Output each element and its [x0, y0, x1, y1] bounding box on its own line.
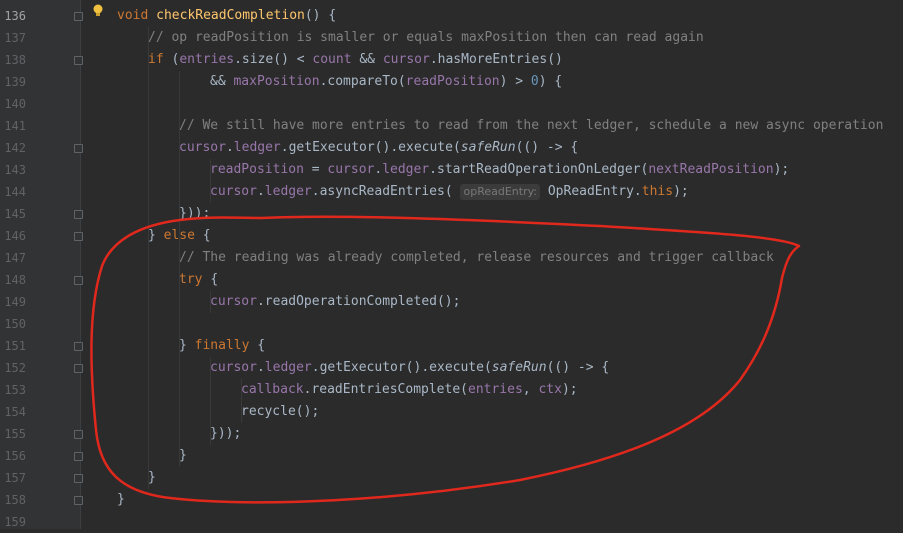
fold-marker-icon[interactable] [74, 496, 83, 505]
fold-marker-icon[interactable] [74, 232, 83, 241]
code-text[interactable]: // The reading was already completed, re… [179, 247, 774, 269]
code-line[interactable]: 138 if (entries.size() < count && cursor.… [0, 49, 903, 71]
code-line[interactable]: 143 readPosition = cursor.ledger.startRea… [0, 159, 903, 181]
code-line[interactable]: 147 // The reading was already completed,… [0, 247, 903, 269]
line-number[interactable]: 154 [0, 401, 26, 423]
code-line[interactable]: 145})); [0, 203, 903, 225]
code-line[interactable]: 152 cursor.ledger.getExecutor().execute(s… [0, 357, 903, 379]
line-number[interactable]: 156 [0, 445, 26, 467]
code-text[interactable]: // op readPosition is smaller or equals … [148, 27, 704, 49]
indent-guide [210, 357, 211, 445]
code-text[interactable]: } finally { [179, 335, 265, 357]
code-line[interactable]: 149 cursor.readOperationCompleted(); [0, 291, 903, 313]
code-line[interactable]: 156} [0, 445, 903, 467]
line-number[interactable]: 137 [0, 27, 26, 49]
fold-marker-icon[interactable] [74, 452, 83, 461]
code-line[interactable]: 148 try { [0, 269, 903, 291]
code-text[interactable]: if (entries.size() < count && cursor.has… [148, 49, 563, 71]
code-text[interactable]: } [179, 445, 187, 467]
line-number[interactable]: 145 [0, 203, 26, 225]
code-text[interactable]: })); [179, 203, 210, 225]
fold-marker-icon[interactable] [74, 364, 83, 373]
line-number[interactable]: 139 [0, 71, 26, 93]
code-line[interactable]: 139 && maxPosition.compareTo(readPosition… [0, 71, 903, 93]
code-line[interactable]: 144 cursor.ledger.asyncReadEntries( opRea… [0, 181, 903, 203]
line-number[interactable]: 149 [0, 291, 26, 313]
code-line[interactable]: 141 // We still have more entries to read… [0, 115, 903, 137]
code-line[interactable]: 136 void checkReadCompletion() { [0, 5, 903, 27]
line-number[interactable]: 153 [0, 379, 26, 401]
line-number[interactable]: 141 [0, 115, 26, 137]
line-number[interactable]: 136 [0, 5, 26, 27]
line-number[interactable]: 147 [0, 247, 26, 269]
code-text[interactable]: cursor.ledger.getExecutor().execute(safe… [179, 137, 578, 159]
line-number[interactable]: 148 [0, 269, 26, 291]
code-text[interactable]: } [148, 467, 156, 489]
code-text[interactable]: readPosition = cursor.ledger.startReadOp… [210, 159, 789, 181]
line-number[interactable]: 157 [0, 467, 26, 489]
line-number[interactable]: 159 [0, 511, 26, 533]
indent-guide [241, 379, 242, 423]
code-text[interactable]: recycle(); [241, 401, 319, 423]
fold-marker-icon[interactable] [74, 210, 83, 219]
fold-marker-icon[interactable] [74, 342, 83, 351]
code-line[interactable]: 157} [0, 467, 903, 489]
line-number[interactable]: 158 [0, 489, 26, 511]
fold-marker-icon[interactable] [74, 430, 83, 439]
fold-marker-icon[interactable] [74, 56, 83, 65]
line-number[interactable]: 138 [0, 49, 26, 71]
code-line[interactable]: 142 cursor.ledger.getExecutor().execute(s… [0, 137, 903, 159]
code-text[interactable]: // We still have more entries to read fr… [179, 115, 883, 137]
indent-guide [210, 291, 211, 313]
code-text[interactable]: void checkReadCompletion() { [117, 5, 336, 27]
fold-marker-icon[interactable] [74, 276, 83, 285]
line-number[interactable]: 142 [0, 137, 26, 159]
code-text[interactable]: })); [210, 423, 241, 445]
line-number[interactable]: 150 [0, 313, 26, 335]
code-line[interactable]: 137 // op readPosition is smaller or equa… [0, 27, 903, 49]
code-line[interactable]: 153 callback.readEntriesComplete(entries,… [0, 379, 903, 401]
fold-marker-icon[interactable] [74, 12, 83, 21]
code-text[interactable]: cursor.readOperationCompleted(); [210, 291, 460, 313]
indent-guide [148, 27, 149, 489]
code-text[interactable]: cursor.ledger.asyncReadEntries( opReadEn… [210, 181, 689, 203]
code-text[interactable]: } [117, 489, 125, 511]
code-text[interactable]: callback.readEntriesComplete(entries, ct… [241, 379, 578, 401]
code-line[interactable]: 155})); [0, 423, 903, 445]
lightbulb-icon[interactable] [92, 4, 104, 18]
line-number[interactable]: 146 [0, 225, 26, 247]
line-number[interactable]: 152 [0, 357, 26, 379]
line-number[interactable]: 151 [0, 335, 26, 357]
code-text[interactable]: && maxPosition.compareTo(readPosition) >… [210, 71, 562, 93]
indent-guide [179, 71, 180, 467]
code-line[interactable]: 140 [0, 93, 903, 115]
indent-guide [210, 159, 211, 203]
line-number[interactable]: 140 [0, 93, 26, 115]
code-text[interactable]: try { [179, 269, 218, 291]
code-line[interactable]: 146} else { [0, 225, 903, 247]
code-line[interactable]: 159 [0, 511, 903, 533]
code-line[interactable]: 150 [0, 313, 903, 335]
code-text[interactable]: cursor.ledger.getExecutor().execute(safe… [210, 357, 609, 379]
line-number[interactable]: 155 [0, 423, 26, 445]
code-line[interactable]: 158} [0, 489, 903, 511]
line-number[interactable]: 143 [0, 159, 26, 181]
line-number[interactable]: 144 [0, 181, 26, 203]
fold-marker-icon[interactable] [74, 144, 83, 153]
fold-marker-icon[interactable] [74, 474, 83, 483]
code-line[interactable]: 151 } finally { [0, 335, 903, 357]
code-line[interactable]: 154 recycle(); [0, 401, 903, 423]
